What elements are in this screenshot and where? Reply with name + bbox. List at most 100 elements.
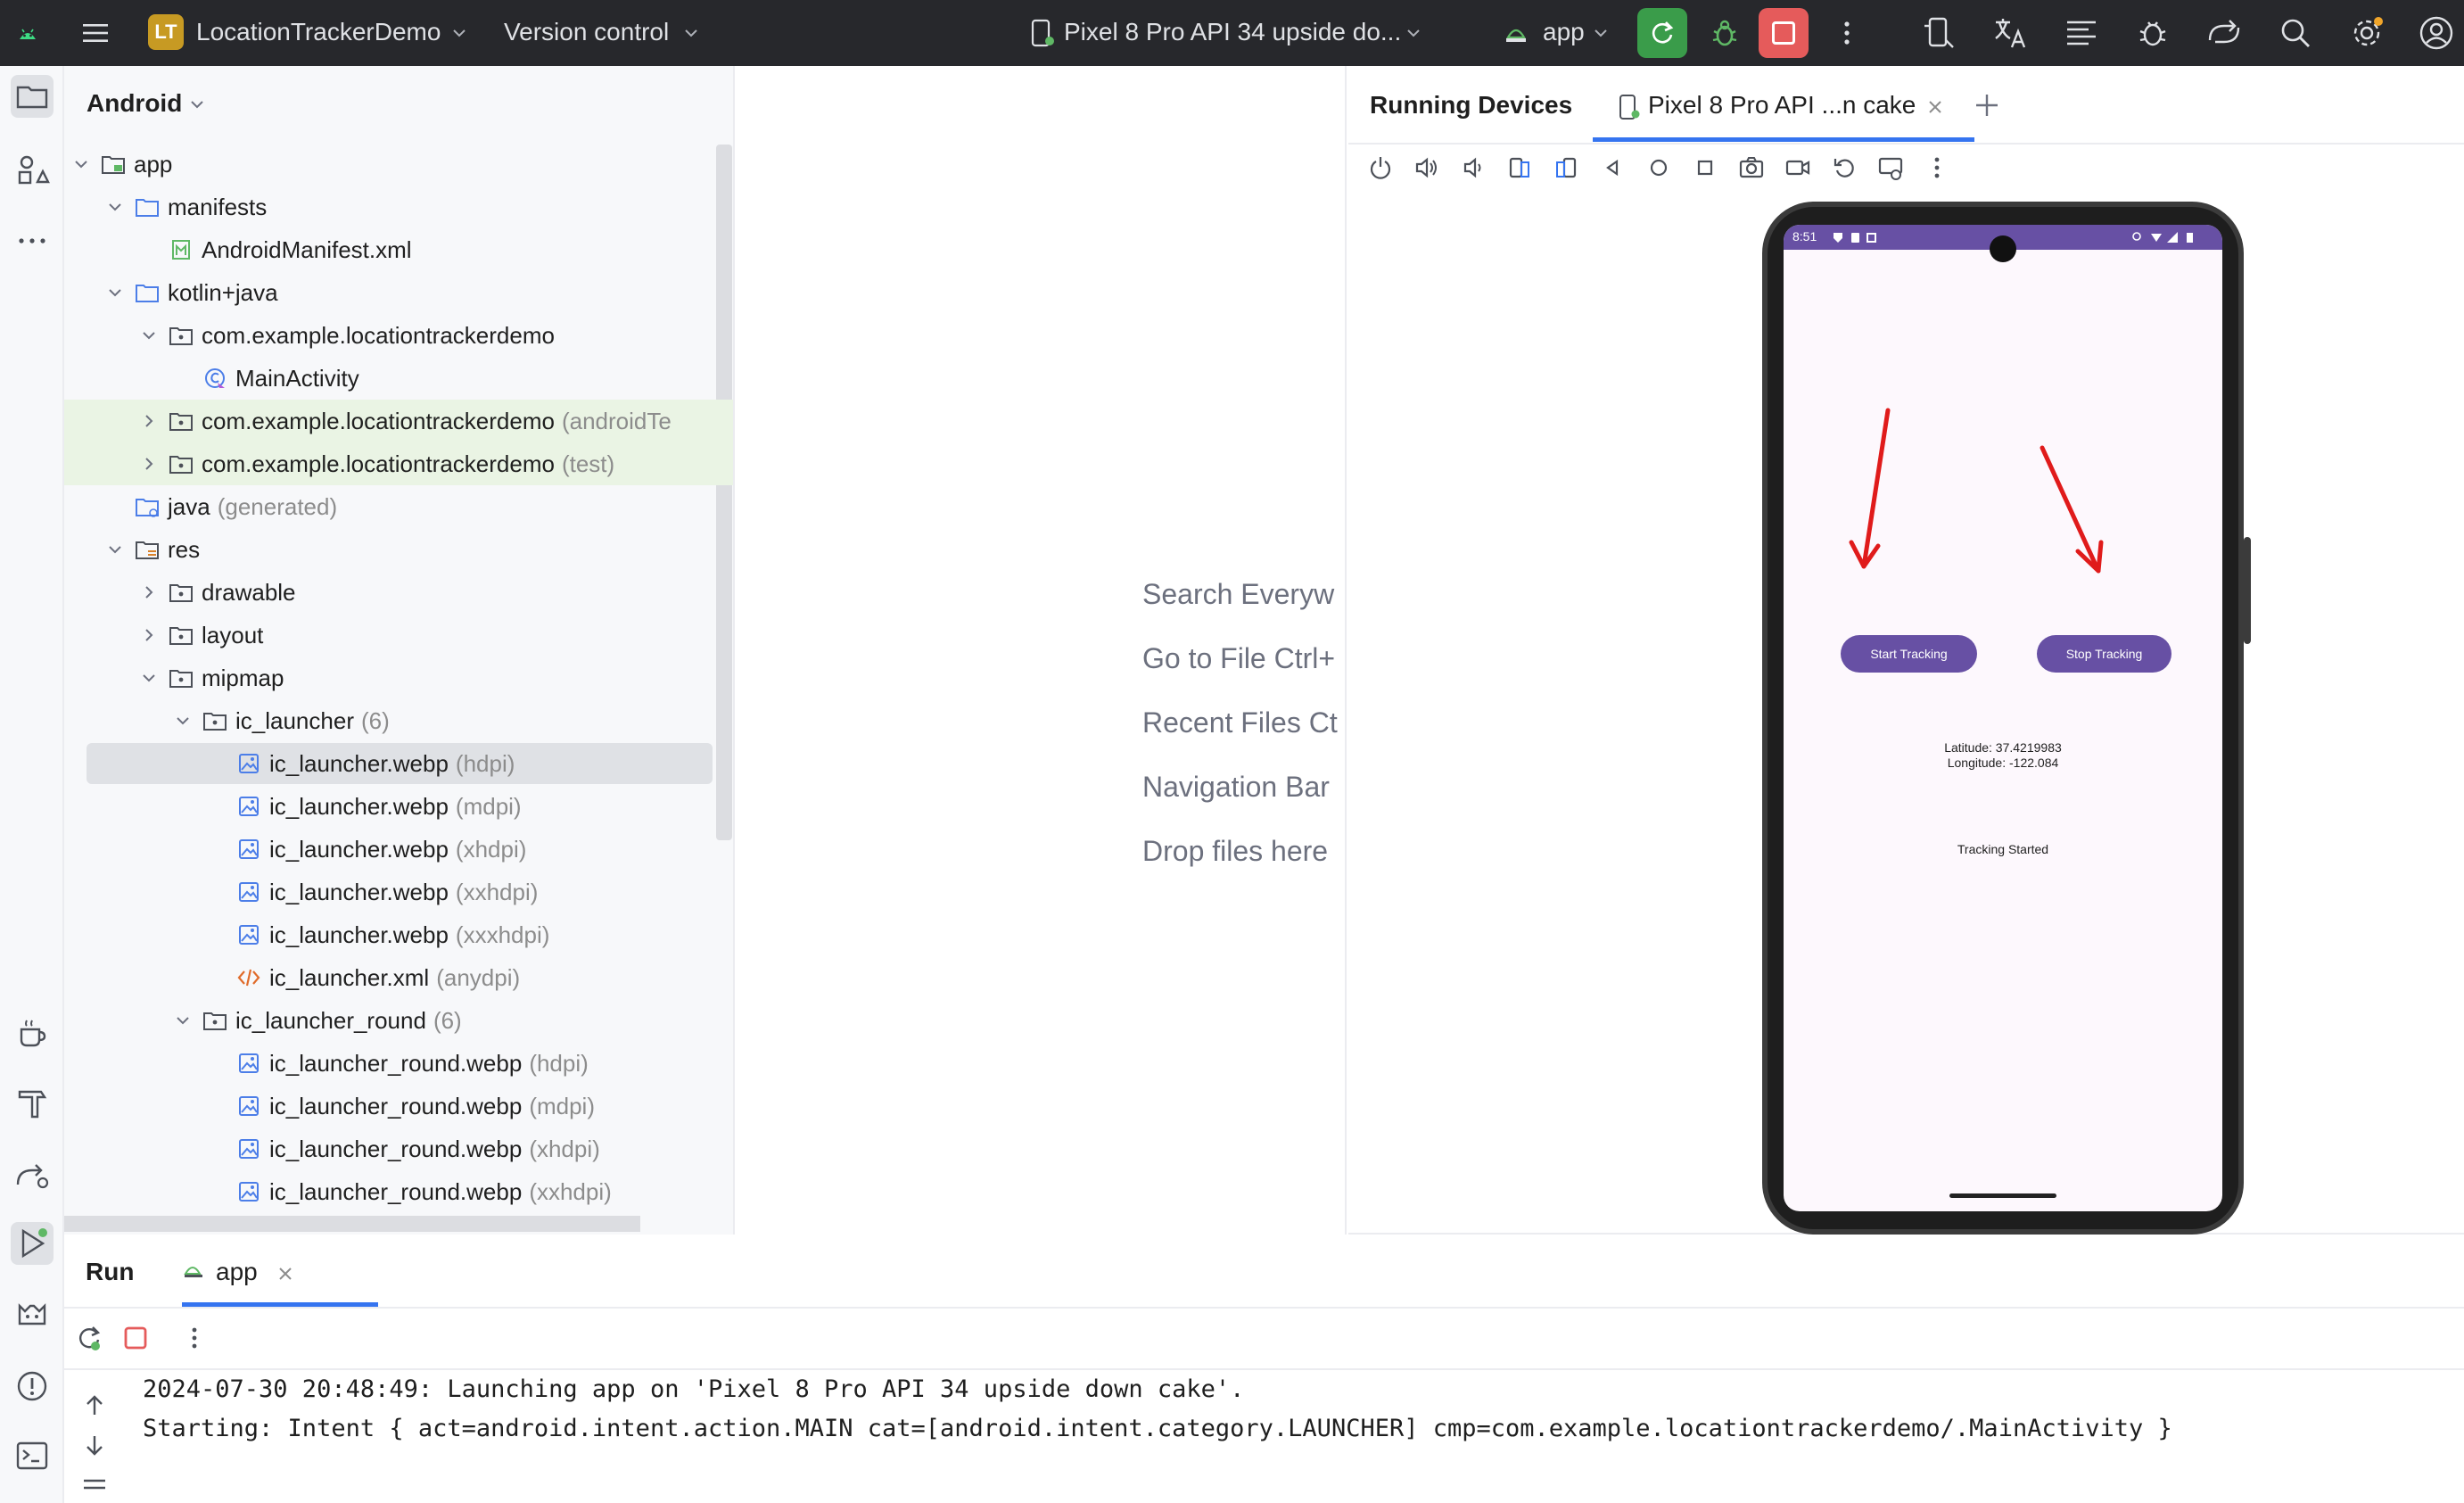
settings-gear-icon[interactable] [2347, 13, 2386, 53]
home-icon[interactable] [1644, 153, 1673, 182]
phone-screen[interactable]: 8:51 Start Tracking Stop Tracking Latitu… [1784, 225, 2222, 1211]
tree-item[interactable]: kotlin+java [64, 271, 733, 314]
rerun-icon[interactable] [73, 1322, 105, 1354]
project-tool-button[interactable] [11, 75, 54, 118]
stop-tracking-button[interactable]: Stop Tracking [2037, 635, 2171, 673]
tree-item[interactable]: ic_launcher_round (6) [64, 999, 733, 1042]
more-options-icon[interactable] [180, 1324, 209, 1352]
tree-item[interactable]: com.example.locationtrackerdemo (test) [64, 442, 733, 485]
stop-icon[interactable] [121, 1324, 150, 1352]
translate-icon[interactable] [1990, 13, 2030, 53]
services-coffee-icon[interactable] [11, 1012, 54, 1054]
chevron-down-icon[interactable] [141, 327, 157, 343]
tree-item[interactable]: layout [64, 614, 733, 657]
run-configuration[interactable]: app [1543, 18, 1585, 46]
overview-icon[interactable] [1691, 153, 1719, 182]
structure-icon[interactable] [2062, 13, 2101, 53]
logcat-icon[interactable] [11, 1293, 54, 1336]
scroll-down-icon[interactable] [80, 1431, 109, 1459]
app-inspection-icon[interactable] [2133, 13, 2172, 53]
main-menu-icon[interactable] [80, 18, 111, 48]
tree-item[interactable]: com.example.locationtrackerdemo (androidT… [64, 400, 733, 442]
stop-button[interactable] [1759, 8, 1809, 58]
add-tab-icon[interactable] [1973, 91, 2001, 120]
rotate-right-icon[interactable] [1552, 153, 1580, 182]
tree-item[interactable]: ic_launcher_round.webp (mdpi) [64, 1085, 733, 1127]
tree-item[interactable]: app [64, 143, 733, 186]
tree-item[interactable]: ic_launcher.webp (mdpi) [64, 785, 733, 828]
tree-item[interactable]: ic_launcher.webp (xxxhdpi) [64, 913, 733, 956]
tree-item-name: ic_launcher_round.webp [269, 1093, 523, 1119]
tree-item[interactable]: AndroidManifest.xml [64, 228, 733, 271]
search-icon[interactable] [2276, 13, 2315, 53]
run-tab-app[interactable]: app [216, 1258, 258, 1286]
package-folder-icon [169, 456, 193, 474]
tree-item[interactable]: ic_launcher.webp (xhdpi) [64, 828, 733, 871]
soft-wrap-icon[interactable] [80, 1472, 109, 1500]
project-view-selector[interactable]: Android [87, 89, 182, 118]
tree-item[interactable]: res [64, 528, 733, 571]
project-badge[interactable]: LT [148, 14, 184, 50]
screenshot-camera-icon[interactable] [1737, 153, 1766, 182]
screen-record-icon[interactable] [1784, 153, 1812, 182]
tree-item-label: ic_launcher.xml (anydpi) [269, 964, 520, 992]
tree-item-label: ic_launcher_round.webp (xxhdpi) [269, 1178, 612, 1206]
reset-icon[interactable] [1830, 153, 1858, 182]
chevron-down-icon[interactable] [107, 199, 123, 215]
chevron-down-icon[interactable] [107, 541, 123, 557]
chevron-right-icon[interactable] [141, 627, 157, 643]
tree-item[interactable]: manifests [64, 186, 733, 228]
close-tab-icon[interactable] [276, 1265, 294, 1283]
chevron-right-icon[interactable] [141, 456, 157, 472]
build-hammer-icon[interactable] [11, 1081, 54, 1124]
tree-horizontal-scrollbar[interactable] [64, 1216, 640, 1232]
run-tool-button[interactable] [11, 1222, 54, 1265]
volume-up-icon[interactable] [1413, 153, 1441, 182]
app-quality-insights-icon[interactable] [11, 1152, 54, 1195]
tree-item[interactable]: com.example.locationtrackerdemo [64, 314, 733, 357]
gesture-nav-bar[interactable] [1949, 1193, 2056, 1198]
device-selector[interactable]: Pixel 8 Pro API 34 upside do... [1064, 18, 1401, 46]
scroll-up-icon[interactable] [80, 1392, 109, 1420]
terminal-icon[interactable] [11, 1434, 54, 1477]
volume-down-icon[interactable] [1459, 153, 1487, 182]
device-tab[interactable]: Pixel 8 Pro API ...n cake [1648, 91, 1916, 120]
back-icon[interactable] [1598, 153, 1627, 182]
chevron-down-icon[interactable] [73, 156, 89, 172]
problems-icon[interactable] [11, 1365, 54, 1408]
start-tracking-button[interactable]: Start Tracking [1841, 635, 1977, 673]
tree-item[interactable]: ic_launcher (6) [64, 699, 733, 742]
debug-icon[interactable] [1705, 13, 1744, 53]
tree-item[interactable]: mipmap [64, 657, 733, 699]
version-control-menu[interactable]: Version control [504, 18, 669, 46]
tree-item[interactable]: ic_launcher.xml (anydpi) [64, 956, 733, 999]
rotate-left-icon[interactable] [1505, 153, 1534, 182]
tree-item[interactable]: ic_launcher.webp (hdpi) [64, 742, 733, 785]
account-icon[interactable] [2417, 13, 2456, 53]
device-manager-icon[interactable] [1919, 13, 1958, 53]
tree-item[interactable]: drawable [64, 571, 733, 614]
tree-item[interactable]: java (generated) [64, 485, 733, 528]
tree-item[interactable]: ic_launcher_round.webp (xxhdpi) [64, 1170, 733, 1213]
chevron-right-icon[interactable] [141, 584, 157, 600]
more-options-icon[interactable] [1832, 18, 1862, 48]
device-settings-icon[interactable] [1876, 153, 1905, 182]
chevron-down-icon[interactable] [175, 713, 191, 729]
chevron-down-icon[interactable] [175, 1012, 191, 1028]
device-mirroring-icon[interactable] [2204, 13, 2244, 53]
resource-manager-icon[interactable] [11, 148, 54, 191]
power-icon[interactable] [1366, 153, 1395, 182]
more-options-icon[interactable] [1923, 153, 1951, 182]
tree-item[interactable]: ic_launcher_round.webp (hdpi) [64, 1042, 733, 1085]
chevron-right-icon[interactable] [141, 413, 157, 429]
more-tools-icon[interactable] [11, 219, 54, 262]
rerun-button[interactable] [1637, 8, 1687, 58]
chevron-down-icon[interactable] [141, 670, 157, 686]
chevron-down-icon[interactable] [107, 285, 123, 301]
tree-item[interactable]: MainActivity [64, 357, 733, 400]
project-name[interactable]: LocationTrackerDemo [196, 18, 441, 46]
tree-item[interactable]: ic_launcher.webp (xxhdpi) [64, 871, 733, 913]
tree-item[interactable]: ic_launcher_round.webp (xhdpi) [64, 1127, 733, 1170]
running-devices-title: Running Devices [1370, 91, 1573, 119]
close-tab-icon[interactable] [1926, 98, 1944, 116]
